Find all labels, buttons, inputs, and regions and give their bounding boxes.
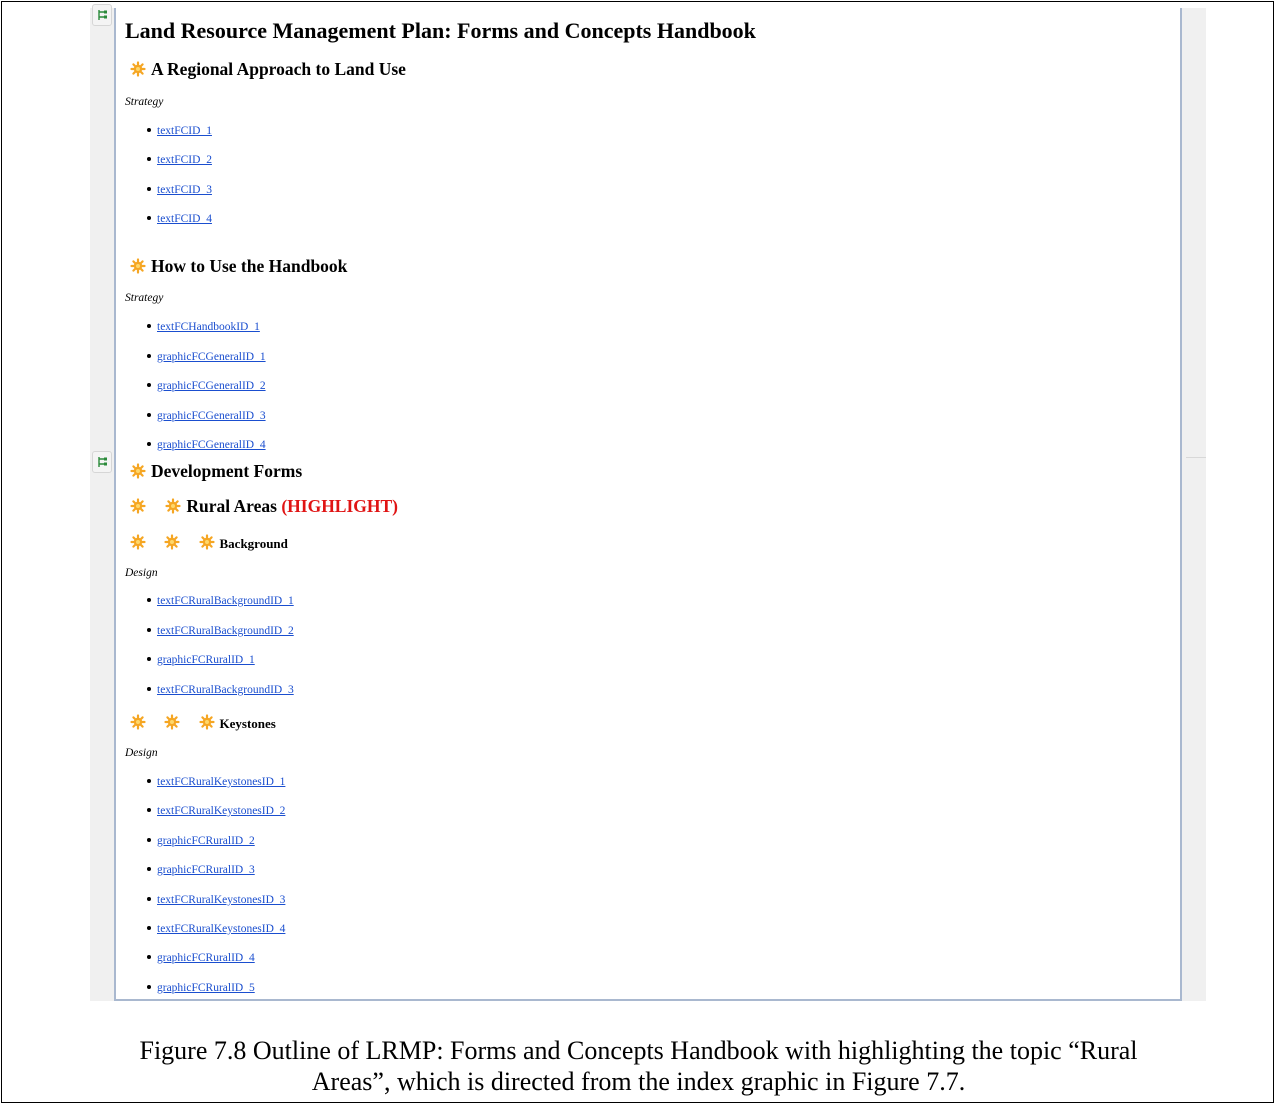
gear-icon (130, 714, 146, 730)
section-heading-text: Keystones (219, 716, 276, 731)
section-heading-text: How to Use the Handbook (151, 256, 348, 276)
list-item[interactable]: textFCRuralBackgroundID_3 (147, 684, 294, 696)
highlighted-section-heading: Rural Areas (HIGHLIGHT) (130, 496, 398, 517)
right-pane (1182, 8, 1206, 1001)
outline-link[interactable]: textFCID_4 (157, 213, 212, 225)
outline-link[interactable]: graphicFCGeneralID_3 (157, 410, 266, 422)
outline-link[interactable]: graphicFCRuralID_2 (157, 835, 255, 847)
figure-caption-line-2: Areas”, which is directed from the index… (311, 1067, 966, 1096)
outline-link[interactable]: textFCRuralBackgroundID_3 (157, 684, 294, 696)
list-item[interactable]: graphicFCGeneralID_3 (147, 410, 266, 422)
list-item[interactable]: graphicFCRuralID_4 (147, 952, 255, 964)
gear-icon (164, 534, 180, 550)
tree-toggle-icon (98, 457, 107, 467)
section-heading: Development Forms (130, 461, 302, 482)
gear-icon (130, 498, 146, 514)
highlight-marker: (HIGHLIGHT) (281, 496, 399, 516)
gear-icon (165, 498, 181, 514)
outline-link[interactable]: textFCHandbookID_1 (157, 321, 260, 333)
section-type-label: Design (125, 567, 158, 579)
section-type-label: Strategy (125, 96, 164, 108)
outline-link[interactable]: textFCRuralKeystonesID_1 (157, 776, 285, 788)
gear-icon (198, 534, 215, 550)
outline-link[interactable]: graphicFCGeneralID_1 (157, 351, 266, 363)
gear-icon (130, 463, 146, 479)
outline-link[interactable]: textFCID_2 (157, 154, 212, 166)
section-heading: How to Use the Handbook (130, 256, 347, 277)
tree-toggle-button[interactable] (92, 451, 112, 473)
list-item[interactable]: graphicFCRuralID_3 (147, 864, 255, 876)
outline-link[interactable]: textFCRuralKeystonesID_3 (157, 894, 285, 906)
document-title: Land Resource Management Plan: Forms and… (125, 18, 756, 43)
tree-toggle-button[interactable] (92, 4, 112, 26)
outline-link[interactable]: graphicFCRuralID_3 (157, 864, 255, 876)
list-item[interactable]: textFCRuralKeystonesID_2 (147, 805, 285, 817)
section-heading-text: Development Forms (151, 461, 303, 481)
list-item[interactable]: textFCHandbookID_1 (147, 321, 260, 333)
list-item[interactable]: graphicFCGeneralID_2 (147, 380, 266, 392)
list-item[interactable]: textFCID_1 (147, 125, 212, 137)
outline-link[interactable]: textFCRuralBackgroundID_1 (157, 595, 294, 607)
list-item[interactable]: textFCRuralKeystonesID_3 (147, 894, 285, 906)
gear-icon (130, 258, 146, 274)
application-window: Land Resource Management Plan: Forms and… (90, 4, 1206, 1001)
outline-link[interactable]: textFCRuralBackgroundID_2 (157, 625, 294, 637)
gear-icon (130, 61, 146, 77)
list-item[interactable]: graphicFCRuralID_2 (147, 835, 255, 847)
gear-icon (198, 714, 215, 730)
outline-link[interactable]: graphicFCRuralID_1 (157, 654, 255, 666)
left-gutter (90, 4, 114, 1001)
list-item[interactable]: graphicFCGeneralID_1 (147, 351, 266, 363)
subsection-heading: Background (130, 534, 288, 552)
list-item[interactable]: graphicFCRuralID_5 (147, 982, 255, 994)
outline-link[interactable]: graphicFCRuralID_5 (157, 982, 255, 994)
figure-caption-line-1: Figure 7.8 Outline of LRMP: Forms and Co… (139, 1036, 1138, 1065)
list-item[interactable]: textFCRuralBackgroundID_2 (147, 625, 294, 637)
outline-link[interactable]: graphicFCGeneralID_2 (157, 380, 266, 392)
gear-icon (164, 714, 180, 730)
outline-link[interactable]: textFCRuralKeystonesID_4 (157, 923, 285, 935)
outline-link[interactable]: textFCID_1 (157, 125, 212, 137)
outline-link[interactable]: textFCRuralKeystonesID_2 (157, 805, 285, 817)
tree-toggle-icon (98, 10, 107, 20)
subsection-heading: Keystones (130, 714, 276, 732)
section-heading-text: Rural Areas (186, 496, 277, 516)
outline-link[interactable]: graphicFCRuralID_4 (157, 952, 255, 964)
list-item[interactable]: textFCID_3 (147, 184, 212, 196)
list-item[interactable]: graphicFCRuralID_1 (147, 654, 255, 666)
section-heading-text: A Regional Approach to Land Use (151, 59, 406, 79)
section-type-label: Strategy (125, 292, 164, 304)
outline-document-pane[interactable]: Land Resource Management Plan: Forms and… (114, 8, 1182, 1001)
outline-link[interactable]: textFCID_3 (157, 184, 212, 196)
list-item[interactable]: textFCRuralKeystonesID_4 (147, 923, 285, 935)
list-item[interactable]: textFCRuralKeystonesID_1 (147, 776, 285, 788)
section-heading-text: Background (219, 536, 288, 551)
outline-link[interactable]: graphicFCGeneralID_4 (157, 439, 266, 451)
list-item[interactable]: textFCRuralBackgroundID_1 (147, 595, 294, 607)
list-item[interactable]: graphicFCGeneralID_4 (147, 439, 266, 451)
gear-icon (130, 534, 146, 550)
section-type-label: Design (125, 747, 158, 759)
list-item[interactable]: textFCID_2 (147, 154, 212, 166)
section-heading: A Regional Approach to Land Use (130, 59, 406, 80)
list-item[interactable]: textFCID_4 (147, 213, 212, 225)
